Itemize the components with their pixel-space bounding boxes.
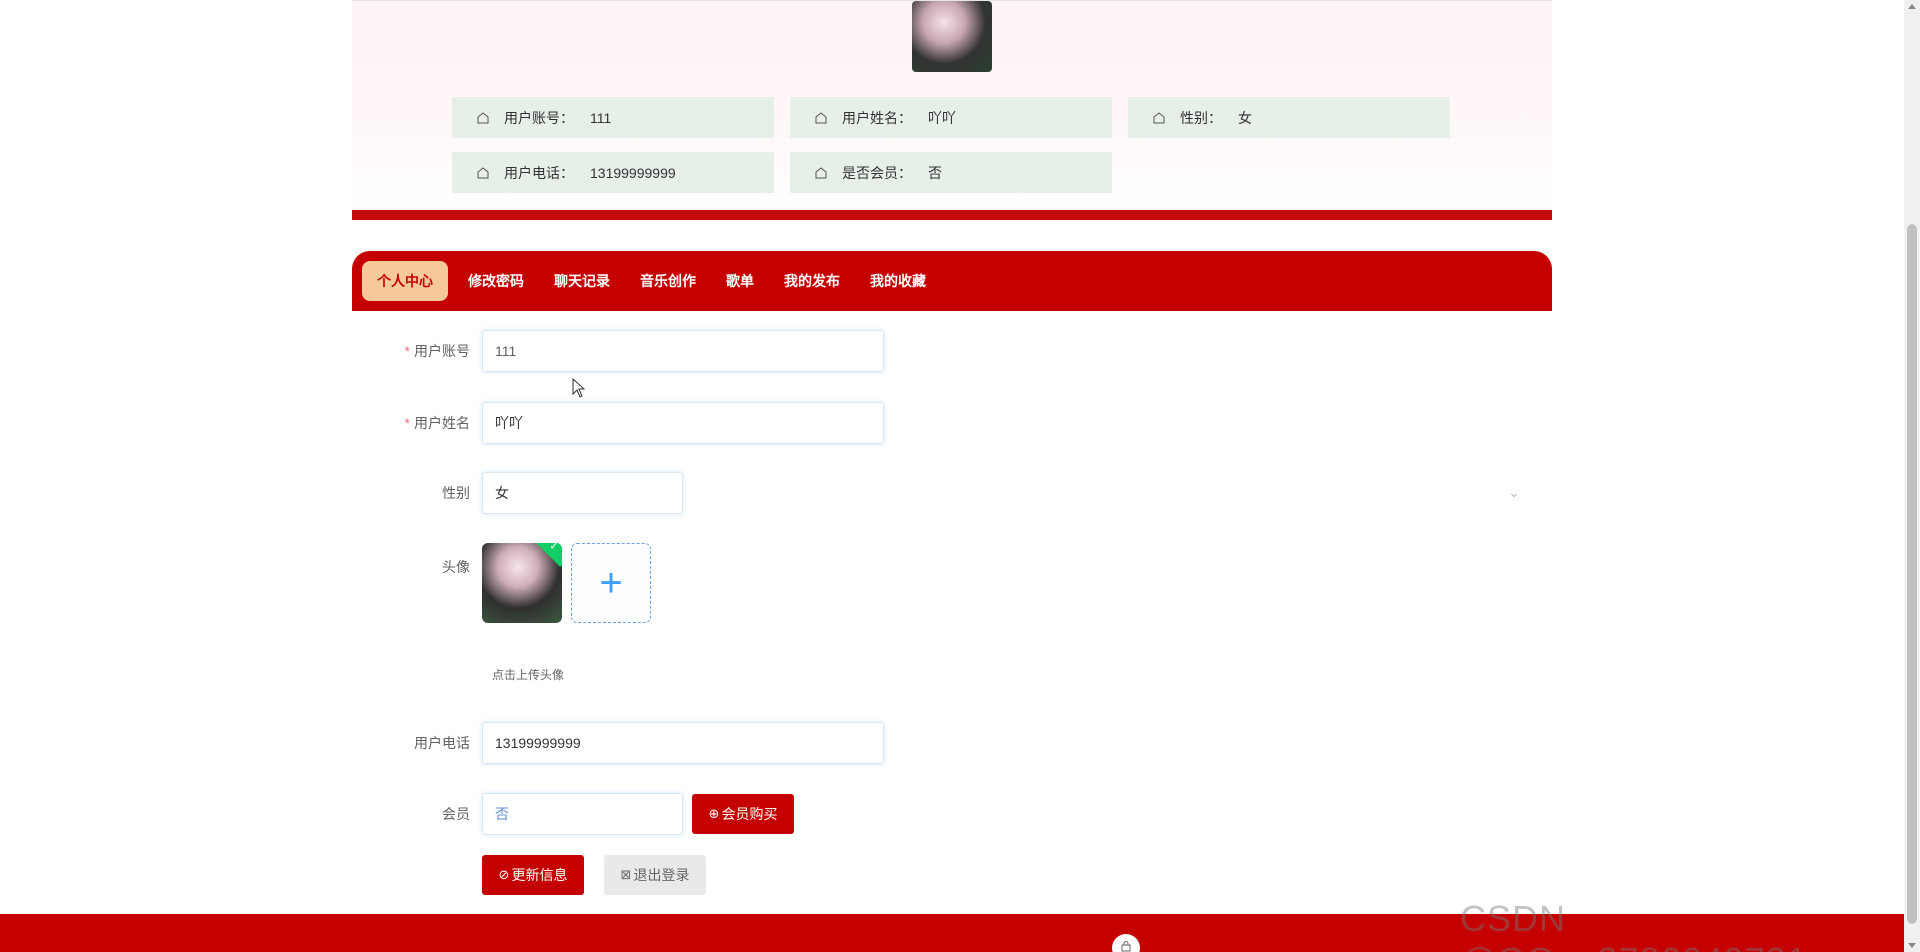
profile-nav: 个人中心 修改密码 聊天记录 音乐创作 歌单 我的发布 我的收藏 [352, 251, 1552, 311]
avatar-label: 头像 [442, 559, 470, 575]
gender-label: 性别 [442, 485, 470, 501]
banner-divider [352, 210, 1552, 220]
required-mark: * [404, 343, 410, 359]
gender-select[interactable]: 女 [482, 472, 683, 514]
info-chip-name: 用户姓名： 吖吖 [790, 97, 1112, 138]
tab-my-favorites[interactable]: 我的收藏 [855, 261, 941, 301]
home-icon [1152, 111, 1166, 125]
tab-change-password[interactable]: 修改密码 [453, 261, 539, 301]
avatar-hint: 点击上传头像 [492, 668, 565, 682]
info-chip-account: 用户账号： 111 [452, 97, 774, 138]
upload-success-badge: ✓ [531, 543, 562, 568]
info-value: 否 [928, 164, 942, 181]
update-info-label: 更新信息 [511, 867, 568, 883]
name-label: * 用户姓名 [400, 413, 482, 433]
circle-down-icon: ⊕ [708, 806, 720, 821]
close-box-icon: ⊠ [620, 867, 632, 882]
chevron-down-icon[interactable]: ⌄ [1508, 484, 1520, 501]
avatar-upload-button[interactable]: + [571, 543, 651, 623]
info-label: 是否会员： [842, 164, 912, 181]
plus-icon: + [599, 560, 623, 605]
form-row-avatar: 头像 ✓ + [400, 543, 651, 623]
name-input[interactable]: 吖吖 [482, 402, 884, 444]
scroll-down-icon[interactable] [1908, 943, 1916, 948]
home-icon [476, 111, 490, 125]
info-value: 111 [590, 109, 612, 126]
check-circle-icon: ⊘ [498, 867, 510, 882]
account-label: * 用户账号 [400, 341, 482, 361]
required-mark: * [404, 415, 410, 431]
member-label: 会员 [442, 806, 470, 822]
update-info-button[interactable]: ⊘ 更新信息 [482, 855, 584, 895]
buy-membership-label: 会员购买 [721, 806, 778, 822]
form-row-gender: 性别 女 [400, 472, 683, 514]
tab-music-creation[interactable]: 音乐创作 [625, 261, 711, 301]
scroll-up-icon[interactable] [1908, 4, 1916, 9]
tab-chat-history[interactable]: 聊天记录 [539, 261, 625, 301]
scrollbar-thumb[interactable] [1907, 224, 1917, 924]
info-label: 用户电话： [504, 164, 574, 181]
profile-avatar [912, 1, 992, 72]
check-icon: ✓ [549, 543, 559, 553]
tab-my-posts[interactable]: 我的发布 [769, 261, 855, 301]
form-row-account: * 用户账号 111 [400, 330, 884, 372]
name-label-text: 用户姓名 [414, 415, 470, 431]
info-value: 13199999999 [590, 164, 676, 181]
avatar-thumbnail[interactable]: ✓ [482, 543, 562, 623]
page-scrollbar[interactable] [1904, 0, 1920, 952]
info-value: 吖吖 [928, 109, 956, 126]
form-row-name: * 用户姓名 吖吖 [400, 402, 884, 444]
profile-header: 用户账号： 111 用户姓名： 吖吖 性别： 女 用户电话： 131999999… [352, 0, 1552, 220]
info-chip-member: 是否会员： 否 [790, 152, 1112, 193]
account-input[interactable]: 111 [482, 330, 884, 372]
tab-playlist[interactable]: 歌单 [711, 261, 769, 301]
info-label: 用户姓名： [842, 109, 912, 126]
info-value: 女 [1238, 109, 1252, 126]
home-icon [814, 111, 828, 125]
tab-personal-center[interactable]: 个人中心 [362, 261, 448, 301]
form-row-member: 会员 否 ⊕ 会员购买 [400, 793, 794, 835]
buy-membership-button[interactable]: ⊕ 会员购买 [692, 794, 794, 834]
account-label-text: 用户账号 [414, 343, 470, 359]
logout-label: 退出登录 [633, 867, 690, 883]
member-input[interactable]: 否 [482, 793, 683, 835]
phone-input[interactable]: 13199999999 [482, 722, 884, 764]
home-icon [814, 166, 828, 180]
mouse-cursor-icon [572, 377, 586, 403]
info-chip-phone: 用户电话： 13199999999 [452, 152, 774, 193]
form-row-phone: 用户电话 13199999999 [400, 722, 884, 764]
watermark: CSDN @QQ__3786649731 [1460, 898, 1807, 952]
lock-icon[interactable] [1112, 934, 1140, 952]
logout-button[interactable]: ⊠ 退出登录 [604, 855, 706, 895]
info-chip-gender: 性别： 女 [1128, 97, 1450, 138]
home-icon [476, 166, 490, 180]
info-label: 用户账号： [504, 109, 574, 126]
phone-label: 用户电话 [414, 735, 470, 751]
info-label: 性别： [1180, 109, 1222, 126]
